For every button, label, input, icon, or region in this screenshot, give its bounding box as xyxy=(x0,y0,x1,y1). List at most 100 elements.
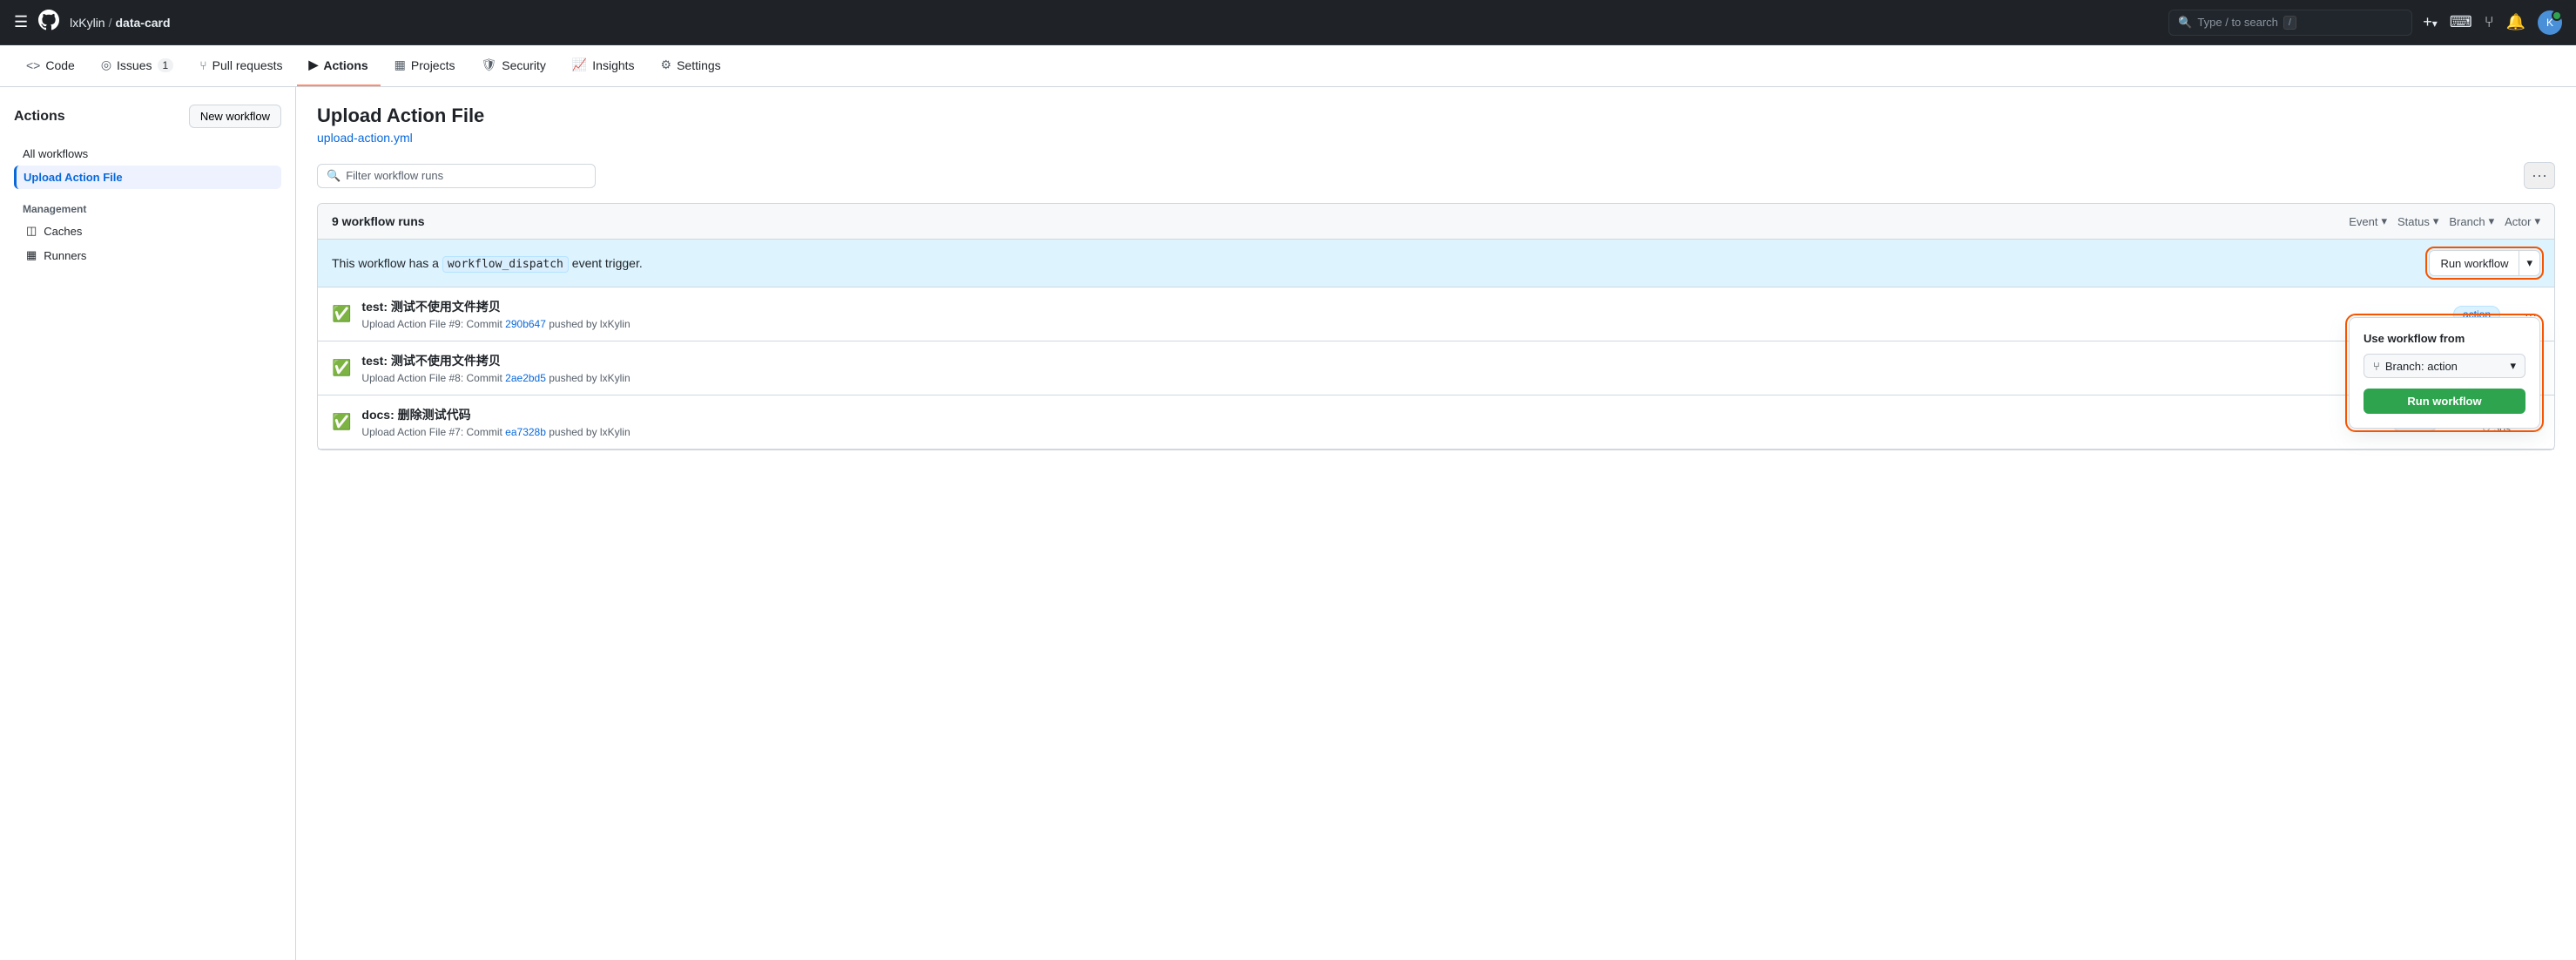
breadcrumb-separator: / xyxy=(109,16,112,30)
git-branch-icon: ⑂ xyxy=(2373,360,2380,373)
upload-action-file-label: Upload Action File xyxy=(24,171,123,184)
hamburger-icon[interactable]: ☰ xyxy=(14,13,28,31)
sidebar-header: Actions New workflow xyxy=(14,105,281,128)
notification-icon[interactable]: 🔔 xyxy=(2506,13,2525,31)
issues-icon: ◎ xyxy=(101,57,111,72)
sidebar-item-runners[interactable]: ▦ Runners xyxy=(14,243,281,267)
run-info: docs: 删除测试代码 Upload Action File #7: Comm… xyxy=(361,406,2381,438)
slash-key: / xyxy=(2283,16,2296,30)
run-title: test: 测试不使用文件拷贝 xyxy=(361,352,2414,369)
sidebar-item-all-workflows[interactable]: All workflows xyxy=(14,142,281,166)
run-info: test: 测试不使用文件拷贝 Upload Action File #8: C… xyxy=(361,352,2414,384)
actions-icon: ▶ xyxy=(309,57,319,72)
branch-filter-button[interactable]: Branch ▾ xyxy=(2449,214,2494,228)
dispatch-after: event trigger. xyxy=(572,256,643,270)
runners-label: Runners xyxy=(44,249,86,262)
status-success-icon: ✅ xyxy=(332,305,351,323)
run-title: docs: 删除测试代码 xyxy=(361,406,2381,423)
event-label: Event xyxy=(2349,215,2377,228)
event-caret: ▾ xyxy=(2381,214,2387,228)
pr-icon: ⑂ xyxy=(199,58,206,72)
run-meta: Upload Action File #7: Commit ea7328b pu… xyxy=(361,426,2381,438)
run-title: test: 测试不使用文件拷贝 xyxy=(361,298,2443,315)
settings-icon: ⚙ xyxy=(661,57,672,72)
filter-search[interactable]: 🔍 Filter workflow runs xyxy=(317,164,596,188)
page-layout: Actions New workflow All workflows Uploa… xyxy=(0,87,2576,960)
tab-security-label: Security xyxy=(502,58,546,72)
avatar[interactable]: K xyxy=(2538,10,2562,35)
tab-settings-label: Settings xyxy=(677,58,721,72)
tab-pull-requests[interactable]: ⑂ Pull requests xyxy=(187,45,294,86)
run-workflow-caret-icon[interactable]: ▾ xyxy=(2519,251,2539,275)
sidebar-item-upload-action-file[interactable]: Upload Action File xyxy=(14,166,281,189)
tab-issues-label: Issues xyxy=(117,58,152,72)
tab-pr-label: Pull requests xyxy=(212,58,283,72)
caches-label: Caches xyxy=(44,225,82,238)
dispatch-text: This workflow has a workflow_dispatch ev… xyxy=(332,256,643,271)
tab-insights[interactable]: 📈 Insights xyxy=(560,45,647,86)
runs-count: 9 workflow runs xyxy=(332,214,425,228)
branch-caret: ▾ xyxy=(2489,214,2495,228)
page-title: Upload Action File xyxy=(317,105,2555,127)
branch-label: Branch xyxy=(2449,215,2485,228)
run-workflow-main-label: Run workflow xyxy=(2430,252,2519,275)
actor-label: Actor xyxy=(2505,215,2531,228)
search-placeholder: Type / to search xyxy=(2197,16,2278,29)
dropdown-label: Use workflow from xyxy=(2364,332,2525,345)
status-caret: ▾ xyxy=(2433,214,2439,228)
runners-icon: ▦ xyxy=(26,248,37,262)
caches-icon: ◫ xyxy=(26,224,37,238)
pull-request-icon[interactable]: ⑂ xyxy=(2485,13,2494,31)
tab-projects[interactable]: ▦ Projects xyxy=(382,45,468,86)
run-workflow-button[interactable]: Run workflow ▾ xyxy=(2429,250,2540,276)
tab-code-label: Code xyxy=(45,58,74,72)
run-workflow-submit-button[interactable]: Run workflow xyxy=(2364,389,2525,414)
tab-security[interactable]: 🛡 Security xyxy=(469,45,557,86)
sidebar-item-caches[interactable]: ◫ Caches xyxy=(14,219,281,243)
commit-link[interactable]: 2ae2bd5 xyxy=(505,372,546,384)
tab-actions-label: Actions xyxy=(323,58,368,72)
repo-link[interactable]: data-card xyxy=(116,16,171,30)
tab-projects-label: Projects xyxy=(411,58,455,72)
commit-link[interactable]: ea7328b xyxy=(505,426,546,438)
tab-insights-label: Insights xyxy=(592,58,634,72)
commit-link[interactable]: 290b647 xyxy=(505,318,546,330)
filter-dropdowns: Event ▾ Status ▾ Branch ▾ Actor ▾ xyxy=(2349,214,2540,228)
runs-container: 9 workflow runs Event ▾ Status ▾ Branch … xyxy=(317,203,2555,450)
actor-caret: ▾ xyxy=(2534,214,2540,228)
table-row[interactable]: ✅ test: 测试不使用文件拷贝 Upload Action File #8:… xyxy=(318,341,2554,395)
run-workflow-dropdown: Use workflow from ⑂ Branch: action ▾ Run… xyxy=(2349,317,2540,429)
branch-selector-label: Branch: action xyxy=(2385,360,2458,373)
terminal-icon[interactable]: ⌨ xyxy=(2450,13,2472,31)
navbar-actions: +▾ ⌨ ⑂ 🔔 K xyxy=(2423,10,2562,35)
tab-settings[interactable]: ⚙ Settings xyxy=(649,45,733,86)
add-icon[interactable]: +▾ xyxy=(2423,13,2438,31)
status-filter-button[interactable]: Status ▾ xyxy=(2397,214,2438,228)
yml-link[interactable]: upload-action.yml xyxy=(317,131,413,145)
code-icon: <> xyxy=(26,58,40,72)
page-header: Upload Action File upload-action.yml xyxy=(317,105,2555,145)
status-success-icon: ✅ xyxy=(332,413,351,431)
branch-caret-icon: ▾ xyxy=(2510,359,2516,373)
security-icon: 🛡 xyxy=(481,57,496,72)
run-meta: Upload Action File #8: Commit 2ae2bd5 pu… xyxy=(361,372,2414,384)
new-workflow-button[interactable]: New workflow xyxy=(189,105,281,128)
github-logo[interactable] xyxy=(38,9,59,37)
table-row[interactable]: ✅ docs: 删除测试代码 Upload Action File #7: Co… xyxy=(318,395,2554,450)
run-meta: Upload Action File #9: Commit 290b647 pu… xyxy=(361,318,2443,330)
owner-link[interactable]: lxKylin xyxy=(70,16,105,30)
event-filter-button[interactable]: Event ▾ xyxy=(2349,214,2387,228)
breadcrumb: lxKylin / data-card xyxy=(70,16,170,30)
repo-tabs: <> Code ◎ Issues 1 ⑂ Pull requests ▶ Act… xyxy=(0,45,2576,87)
branch-selector[interactable]: ⑂ Branch: action ▾ xyxy=(2364,354,2525,378)
tab-issues[interactable]: ◎ Issues 1 xyxy=(89,45,185,86)
actor-filter-button[interactable]: Actor ▾ xyxy=(2505,214,2540,228)
insights-icon: 📈 xyxy=(572,57,587,72)
tab-actions[interactable]: ▶ Actions xyxy=(297,45,381,86)
filter-more-button[interactable]: ··· xyxy=(2524,162,2555,189)
tab-code[interactable]: <> Code xyxy=(14,45,87,86)
main-content: Upload Action File upload-action.yml 🔍 F… xyxy=(296,87,2576,960)
global-search[interactable]: 🔍 Type / to search / xyxy=(2168,10,2412,36)
filter-placeholder: Filter workflow runs xyxy=(346,169,443,182)
table-row[interactable]: ✅ test: 测试不使用文件拷贝 Upload Action File #9:… xyxy=(318,287,2554,341)
